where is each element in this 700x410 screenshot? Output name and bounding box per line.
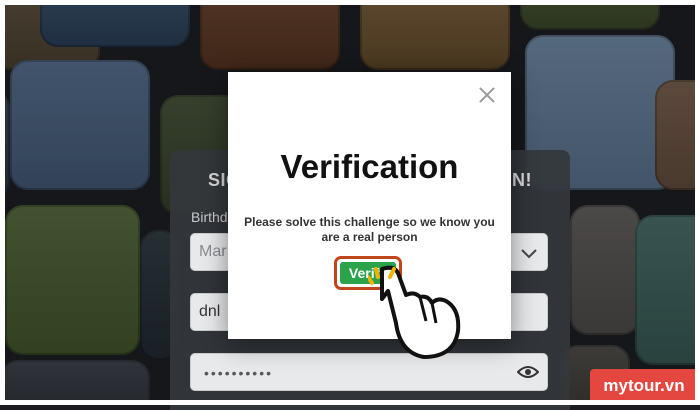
- eye-icon[interactable]: [517, 364, 539, 380]
- username-value: dnl: [199, 303, 221, 320]
- close-icon[interactable]: [477, 85, 497, 105]
- chevron-down-icon: [521, 249, 537, 259]
- signup-title-right: N!: [512, 170, 532, 190]
- dialog-message: Please solve this challenge so we know y…: [244, 215, 495, 244]
- birthday-month-value: Mar: [199, 243, 227, 260]
- watermark-badge: mytour.vn: [590, 369, 698, 403]
- pointing-hand-icon: [368, 265, 461, 359]
- dialog-title: Verification: [280, 148, 459, 185]
- birthday-label: Birthd: [191, 209, 228, 225]
- password-value: ••••••••••: [204, 365, 274, 381]
